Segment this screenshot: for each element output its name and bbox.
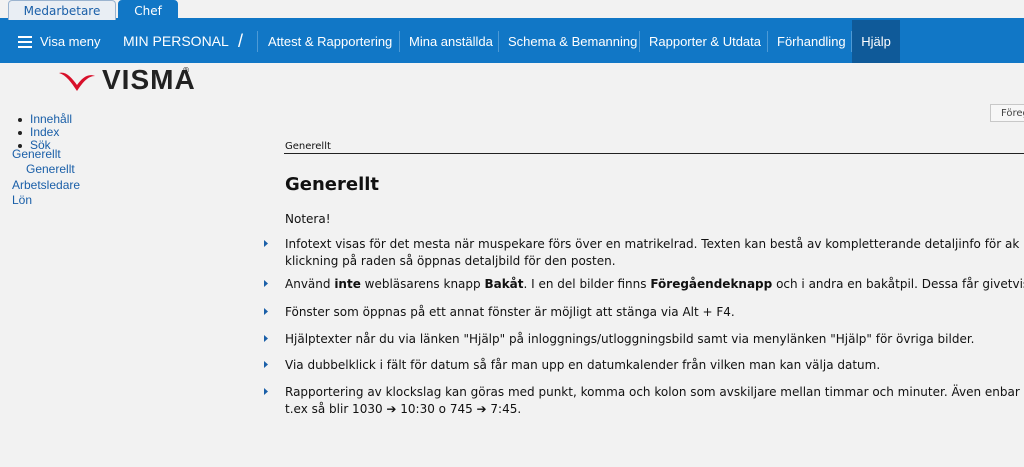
list-arrow-icon — [264, 361, 268, 368]
nav-rapporter-utdata[interactable]: Rapporter & Utdata — [649, 20, 761, 63]
nav-divider — [498, 31, 499, 52]
logo-registered-mark: ® — [182, 66, 190, 75]
list-item: Fönster som öppnas på ett annat fönster … — [264, 304, 1024, 322]
breadcrumb: Generellt — [285, 141, 331, 152]
tree-item-lon[interactable]: Lön — [12, 193, 32, 207]
link-innehall[interactable]: Innehåll — [30, 112, 72, 126]
list-arrow-icon — [264, 308, 268, 315]
divider-line — [284, 153, 1024, 154]
nav-divider — [767, 31, 768, 52]
list-item: Rapportering av klockslag kan göras med … — [264, 384, 1024, 420]
nav-hjalp[interactable]: Hjälp — [852, 20, 900, 63]
tree-item-arbetsledare[interactable]: Arbetsledare — [12, 178, 80, 192]
previous-button[interactable]: Föregående — [990, 104, 1024, 122]
tab-medarbetare[interactable]: Medarbetare — [8, 0, 116, 20]
tab-chef[interactable]: Chef — [118, 0, 178, 20]
section-separator: / — [238, 31, 244, 51]
top-tab-bar: Medarbetare Chef — [0, 0, 1024, 20]
nav-divider — [257, 31, 258, 52]
bullet-marker — [18, 131, 22, 135]
nav-attest-rapportering[interactable]: Attest & Rapportering — [268, 20, 392, 63]
section-title: MIN PERSONAL — [123, 33, 229, 49]
tree-item-generellt-child[interactable]: Generellt — [26, 162, 75, 176]
nav-divider — [639, 31, 640, 52]
list-arrow-icon — [264, 240, 268, 247]
note-label: Notera! — [285, 212, 331, 226]
visma-swoosh-icon — [59, 72, 95, 91]
show-menu-button[interactable]: Visa meny — [40, 20, 100, 63]
nav-divider — [399, 31, 400, 52]
list-item: Hjälptexter når du via länken "Hjälp" på… — [264, 331, 1024, 349]
bullet-marker — [18, 118, 22, 122]
main-navbar: Visa meny MIN PERSONAL / Attest & Rappor… — [0, 20, 1024, 63]
hamburger-menu-icon[interactable] — [18, 36, 32, 48]
list-item: Infotext visas för det mesta när muspeka… — [264, 236, 1024, 272]
nav-schema-bemanning[interactable]: Schema & Bemanning — [508, 20, 637, 63]
tree-item-generellt[interactable]: Generellt — [12, 147, 61, 161]
page-title: Generellt — [285, 174, 380, 195]
list-arrow-icon — [264, 388, 268, 395]
nav-forhandling[interactable]: Förhandling — [777, 20, 846, 63]
list-arrow-icon — [264, 335, 268, 342]
list-item: Använd inte webläsarens knapp Bakåt. I e… — [264, 276, 1024, 294]
list-arrow-icon — [264, 280, 268, 287]
link-index[interactable]: Index — [30, 125, 59, 139]
list-item: Via dubbelklick i fält för datum så får … — [264, 357, 1024, 375]
nav-mina-anstallda[interactable]: Mina anställda — [409, 20, 493, 63]
